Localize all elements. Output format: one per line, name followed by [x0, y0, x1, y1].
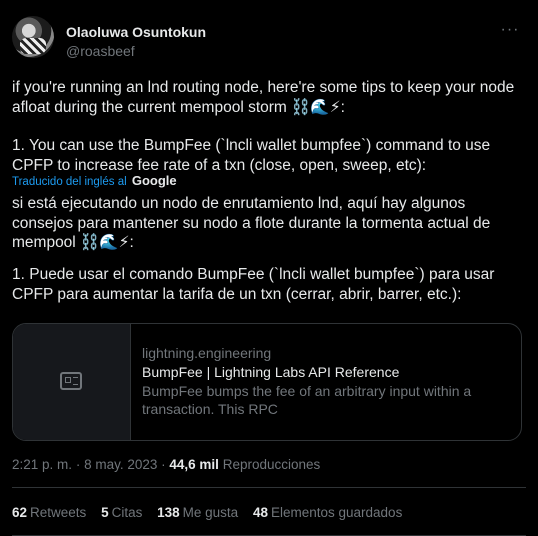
card-thumbnail: [13, 324, 131, 440]
translation-label[interactable]: Traducido del inglés al Google: [12, 173, 177, 188]
stat-label: Retweets: [30, 505, 87, 520]
tweet-meta: 2:21 p. m. · 8 may. 2023 · 44,6 mil Repr…: [12, 457, 320, 472]
google-logo: Google: [131, 173, 177, 188]
stat-quotes[interactable]: 5 Citas: [101, 505, 142, 520]
divider: [12, 487, 526, 488]
tweet-time[interactable]: 2:21 p. m.: [12, 457, 72, 472]
stat-retweets[interactable]: 62 Retweets: [12, 505, 86, 520]
avatar[interactable]: [12, 16, 54, 58]
stat-label: Citas: [111, 505, 143, 520]
card-body: lightning.engineering BumpFee | Lightnin…: [142, 344, 507, 418]
article-icon: [60, 372, 82, 390]
tweet-date[interactable]: 8 may. 2023: [84, 457, 157, 472]
more-icon[interactable]: ···: [500, 22, 520, 44]
engagement-stats: 62 Retweets 5 Citas 138 Me gusta 48 Elemento…: [12, 505, 413, 520]
views-label: Reproducciones: [222, 457, 321, 472]
stat-count: 48: [252, 505, 268, 520]
card-domain: lightning.engineering: [142, 345, 272, 361]
author-handle[interactable]: @roasbeef: [66, 43, 135, 59]
stat-count: 5: [101, 505, 109, 520]
tweet-text-translated-1: si está ejecutando un nodo de enrutamien…: [12, 195, 495, 251]
link-card[interactable]: lightning.engineering BumpFee | Lightnin…: [12, 323, 522, 441]
tweet-text-original-2: 1. You can use the BumpFee (`lncli walle…: [12, 137, 495, 174]
stat-count: 62: [12, 505, 28, 520]
stat-likes[interactable]: 138 Me gusta: [157, 505, 238, 520]
translation-text: Traducido del inglés al: [12, 176, 127, 188]
meta-separator: ·: [161, 457, 166, 472]
author-name[interactable]: Olaoluwa Osuntokun: [66, 24, 206, 40]
tweet-header: Olaoluwa Osuntokun @roasbeef ···: [12, 16, 526, 64]
views-count: 44,6 mil: [169, 457, 219, 472]
tweet-text-original-1: if you're running an lnd routing node, h…: [12, 79, 519, 116]
card-description: BumpFee bumps the fee of an arbitrary in…: [142, 383, 472, 417]
stat-count: 138: [157, 505, 180, 520]
card-title: BumpFee | Lightning Labs API Reference: [142, 364, 400, 380]
stat-label: Elementos guardados: [270, 505, 403, 520]
stat-label: Me gusta: [182, 505, 239, 520]
meta-separator: ·: [75, 457, 81, 472]
tweet-text-translated-2: 1. Puede usar el comando BumpFee (`lncli…: [12, 266, 499, 303]
stat-bookmarks[interactable]: 48 Elementos guardados: [253, 505, 402, 520]
